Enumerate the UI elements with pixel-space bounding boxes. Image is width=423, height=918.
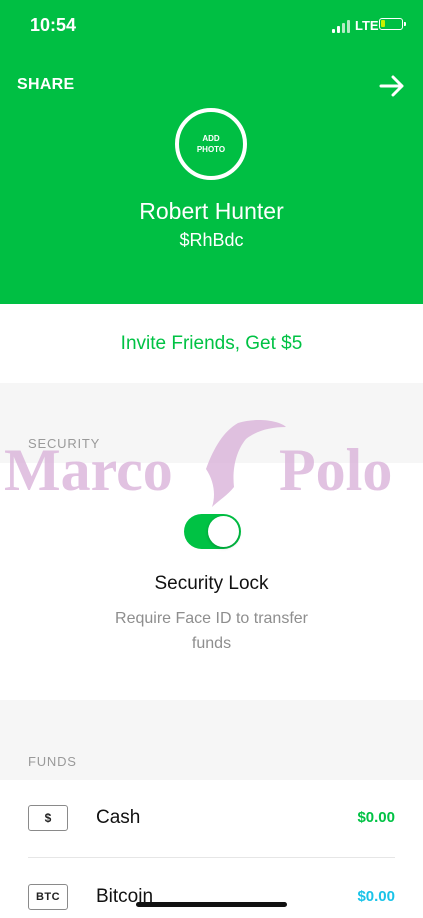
marco-polo-watermark: Marco Polo: [4, 420, 392, 507]
add-photo-label-line1: ADD: [202, 134, 220, 143]
fund-amount-cash: $0.00: [357, 809, 395, 826]
toggle-knob: [208, 516, 239, 547]
share-button[interactable]: SHARE: [17, 76, 75, 94]
profile-name: Robert Hunter: [139, 198, 284, 224]
invite-friends-link[interactable]: Invite Friends, Get $5: [0, 333, 423, 355]
fund-name-cash[interactable]: Cash: [96, 807, 140, 829]
security-lock-toggle[interactable]: [184, 514, 241, 549]
bitcoin-icon: BTC: [28, 884, 68, 910]
add-photo-label-line2: PHOTO: [196, 145, 226, 154]
status-time: 10:54: [30, 15, 77, 35]
profile-cashtag: $RhBdc: [179, 230, 244, 250]
security-lock-description: Require Face ID to transfer funds: [115, 610, 308, 652]
cash-icon: $: [28, 805, 68, 831]
battery-icon: [379, 18, 406, 30]
arrow-right-icon[interactable]: [378, 72, 406, 100]
add-photo-button[interactable]: ADD PHOTO: [175, 108, 247, 180]
fund-amount-bitcoin: $0.00: [357, 888, 395, 905]
signal-icon: [332, 19, 352, 33]
svg-text:Marco: Marco: [4, 437, 173, 503]
security-lock-title: Security Lock: [154, 573, 269, 594]
network-label: LTE: [355, 18, 379, 33]
fund-row-divider: [28, 857, 395, 858]
home-indicator[interactable]: [136, 902, 287, 907]
svg-text:Polo: Polo: [279, 437, 392, 503]
funds-section-label: FUNDS: [28, 754, 77, 769]
